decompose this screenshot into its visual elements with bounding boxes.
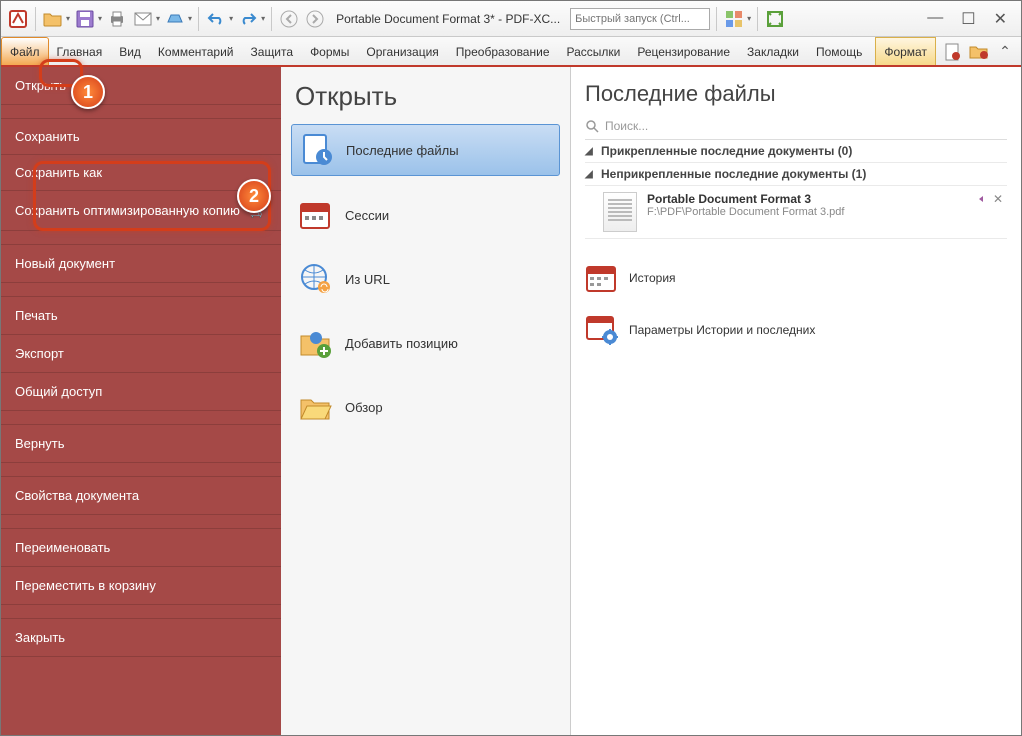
sidebar-item-new[interactable]: Новый документ — [1, 245, 281, 283]
pin-icon[interactable] — [969, 192, 985, 206]
recent-doc-row[interactable]: Portable Document Format 3 F:\PDF\Portab… — [585, 186, 1007, 239]
sidebar-item-revert[interactable]: Вернуть — [1, 425, 281, 463]
sidebar-item-save[interactable]: Сохранить — [1, 119, 281, 155]
quick-launch-input[interactable] — [570, 8, 710, 30]
tab-forms[interactable]: Формы — [302, 37, 358, 66]
scan-icon[interactable] — [164, 8, 186, 30]
mid-item-label: Последние файлы — [346, 143, 459, 158]
mid-item-label: Из URL — [345, 272, 390, 287]
scan-dropdown[interactable]: ▾ — [188, 14, 192, 23]
add-place-icon — [299, 326, 333, 360]
collapse-ribbon-icon[interactable]: ⌃ — [994, 41, 1016, 63]
callout-1-badge: 1 — [71, 75, 105, 109]
mid-item-recent[interactable]: Последние файлы — [291, 124, 560, 176]
minimize-button[interactable]: — — [927, 9, 943, 29]
nav-back-icon[interactable] — [278, 8, 300, 30]
doc-name: Portable Document Format 3 — [647, 192, 844, 206]
mid-item-label: Сессии — [345, 208, 389, 223]
ribbon-tabs: Файл Главная Вид Комментарий Защита Форм… — [1, 37, 1021, 67]
doc-path: F:\PDF\Portable Document Format 3.pdf — [647, 206, 844, 218]
open-folder-icon[interactable] — [42, 8, 64, 30]
tab-convert[interactable]: Преобразование — [448, 37, 559, 66]
window-title: Portable Document Format 3* - PDF-XC... — [330, 12, 566, 26]
sidebar-item-trash[interactable]: Переместить в корзину — [1, 567, 281, 605]
ui-options-icon[interactable] — [723, 8, 745, 30]
tab-share[interactable]: Рассылки — [559, 37, 630, 66]
mid-item-browse[interactable]: Обзор — [291, 382, 560, 432]
document-icon — [603, 192, 637, 232]
tab-file[interactable]: Файл — [1, 37, 49, 66]
open-category-panel: Открыть Последние файлы Сессии Из URL До… — [281, 67, 571, 735]
url-icon — [299, 262, 333, 296]
pinned-section[interactable]: ◢ Прикрепленные последние документы (0) — [585, 140, 1007, 163]
mail-icon[interactable] — [132, 8, 154, 30]
mid-item-label: Обзор — [345, 400, 383, 415]
mid-item-sessions[interactable]: Сессии — [291, 190, 560, 240]
tab-help[interactable]: Помощь — [808, 37, 871, 66]
mid-item-url[interactable]: Из URL — [291, 254, 560, 304]
search-placeholder: Поиск... — [605, 119, 648, 133]
app-icon — [7, 8, 29, 30]
maximize-button[interactable]: ☐ — [961, 9, 975, 29]
open-title: Открыть — [291, 81, 560, 112]
tab-format[interactable]: Формат — [875, 37, 936, 66]
recent-files-panel: Последние файлы Поиск... ◢ Прикрепленные… — [571, 67, 1021, 735]
sidebar-item-share[interactable]: Общий доступ — [1, 373, 281, 411]
redo-dropdown[interactable]: ▾ — [261, 14, 265, 23]
history-settings-item[interactable]: Параметры Истории и последних — [585, 309, 1007, 351]
undo-dropdown[interactable]: ▾ — [229, 14, 233, 23]
save-dropdown[interactable]: ▾ — [98, 14, 102, 23]
sessions-icon — [299, 198, 333, 232]
tab-home[interactable]: Главная — [49, 37, 112, 66]
tab-protect[interactable]: Защита — [243, 37, 303, 66]
history-item[interactable]: История — [585, 257, 1007, 299]
mail-dropdown[interactable]: ▾ — [156, 14, 160, 23]
callout-2-badge: 2 — [237, 179, 271, 213]
mid-item-add-place[interactable]: Добавить позицию — [291, 318, 560, 368]
sidebar-item-open[interactable]: Открыть — [1, 67, 281, 105]
tab-organize[interactable]: Организация — [358, 37, 447, 66]
tab-view[interactable]: Вид — [111, 37, 150, 66]
recent-search[interactable]: Поиск... — [585, 115, 1007, 140]
tab-review[interactable]: Рецензирование — [629, 37, 739, 66]
sidebar-item-rename[interactable]: Переименовать — [1, 529, 281, 567]
fullscreen-icon[interactable] — [764, 8, 786, 30]
folder-settings-icon[interactable] — [968, 41, 990, 63]
collapse-arrow-icon: ◢ — [585, 169, 597, 180]
open-dropdown[interactable]: ▾ — [66, 14, 70, 23]
sidebar-item-properties[interactable]: Свойства документа — [1, 477, 281, 515]
unpinned-section[interactable]: ◢ Неприкрепленные последние документы (1… — [585, 163, 1007, 186]
browse-icon — [299, 390, 333, 424]
sidebar-item-print[interactable]: Печать — [1, 297, 281, 335]
sidebar-item-export[interactable]: Экспорт — [1, 335, 281, 373]
close-button[interactable]: ✕ — [994, 9, 1007, 29]
backstage-view: Открыть Сохранить Сохранить как Сохранит… — [1, 67, 1021, 735]
tab-bookmarks[interactable]: Закладки — [739, 37, 808, 66]
collapse-arrow-icon: ◢ — [585, 146, 597, 157]
file-sidebar: Открыть Сохранить Сохранить как Сохранит… — [1, 67, 281, 735]
undo-icon[interactable] — [205, 8, 227, 30]
remove-icon[interactable]: ✕ — [993, 192, 1003, 206]
quick-access-toolbar: ▾ ▾ ▾ ▾ ▾ ▾ Portable Document Format 3* … — [1, 1, 1021, 37]
sidebar-item-close[interactable]: Закрыть — [1, 619, 281, 657]
print-icon[interactable] — [106, 8, 128, 30]
mid-item-label: Добавить позицию — [345, 336, 458, 351]
history-settings-icon — [585, 315, 619, 345]
save-icon[interactable] — [74, 8, 96, 30]
search-icon — [585, 119, 599, 133]
redo-icon[interactable] — [237, 8, 259, 30]
nav-forward-icon[interactable] — [304, 8, 326, 30]
tab-comment[interactable]: Комментарий — [150, 37, 243, 66]
ui-options-dropdown[interactable]: ▾ — [747, 14, 751, 23]
recent-files-icon — [300, 133, 334, 167]
doc-settings-icon[interactable] — [942, 41, 964, 63]
history-icon — [585, 263, 619, 293]
recent-title: Последние файлы — [585, 81, 1007, 107]
